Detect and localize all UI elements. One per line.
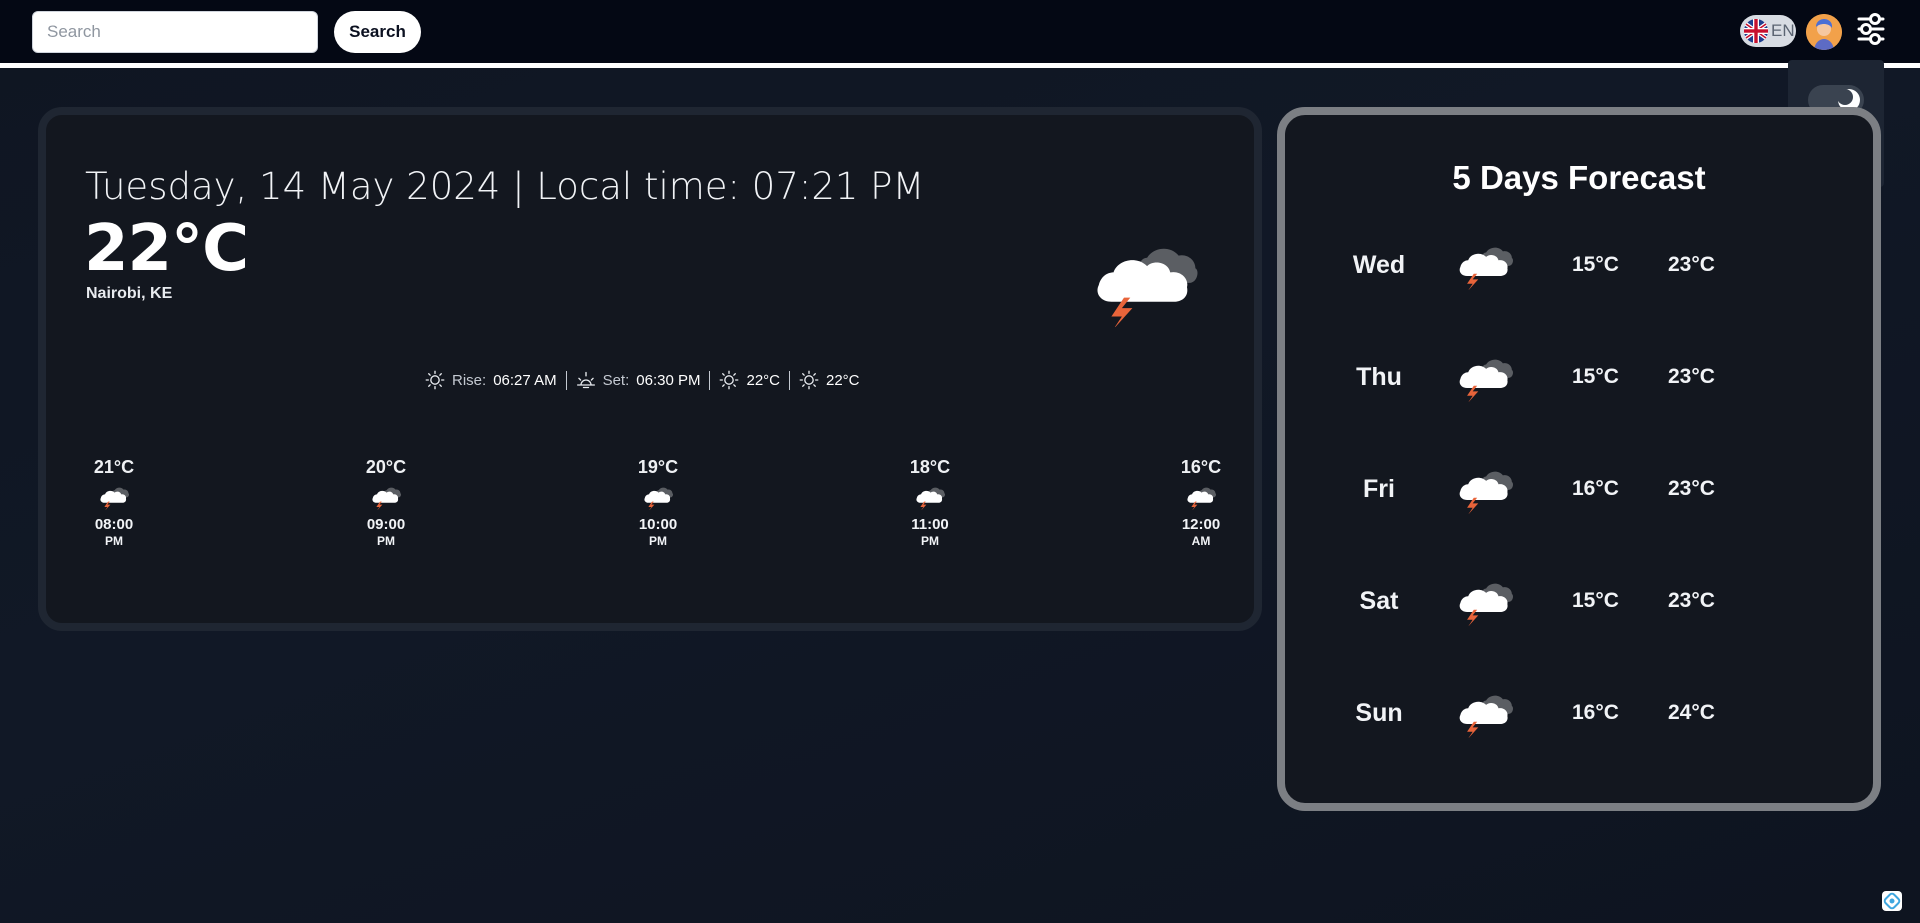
hourly-ampm: PM [649, 534, 667, 548]
sunset-label: Set: [602, 371, 630, 389]
forecast-row: Fri 16°C 23°C [1285, 462, 1873, 522]
chat-widget-icon [1883, 892, 1901, 910]
settings-sliders-icon[interactable] [1856, 13, 1886, 45]
hourly-item: 20°C 09:00 PM [341, 457, 431, 548]
thunderstorm-cloud-icon [371, 486, 401, 510]
forecast-day: Sun [1355, 699, 1403, 727]
hourly-item: 16°C 12:00 AM [1156, 457, 1246, 548]
forecast-row: Thu 15°C 23°C [1285, 350, 1873, 410]
forecast-day: Fri [1363, 475, 1395, 503]
five-day-forecast-card: 5 Days Forecast Wed 15°C 23°C Thu 15°C 2… [1277, 107, 1881, 811]
date-local-time: Tuesday, 14 May 2024 | Local time: 07:21… [85, 165, 925, 208]
hourly-temp: 18°C [909, 457, 951, 477]
hourly-item: 18°C 11:00 PM [885, 457, 975, 548]
forecast-high: 23°C [1668, 365, 1715, 388]
hourly-time: 10:00 [638, 516, 678, 533]
top-divider [0, 63, 1920, 68]
hourly-item: 21°C 08:00 PM [69, 457, 159, 548]
hourly-temp: 21°C [93, 457, 135, 477]
forecast-day: Thu [1356, 363, 1402, 391]
language-label: EN [1771, 21, 1795, 40]
sun-icon [799, 370, 819, 390]
sunrise-label: Rise: [452, 371, 487, 389]
forecast-row: Sun 16°C 24°C [1285, 686, 1873, 746]
thunderstorm-cloud-icon [1457, 692, 1513, 738]
forecast-low: 15°C [1572, 253, 1619, 276]
hourly-time: 11:00 [911, 516, 949, 533]
stat-value: 22°C [826, 371, 860, 389]
hourly-forecast: 21°C 08:00 PM 20°C 09:00 PM 19°C 10:00 P… [46, 457, 1254, 567]
sunrise-icon [425, 370, 445, 390]
forecast-high: 24°C [1668, 701, 1715, 724]
hourly-ampm: PM [377, 534, 395, 548]
search-button[interactable]: Search [334, 11, 421, 53]
thunderstorm-cloud-icon [1092, 243, 1198, 327]
thunderstorm-cloud-icon [643, 486, 673, 510]
forecast-day: Wed [1352, 251, 1406, 279]
hourly-time: 09:00 [366, 516, 406, 533]
sunset-icon [576, 370, 596, 390]
sunset-stat: Set: 06:30 PM [567, 370, 710, 390]
thunderstorm-cloud-icon [1457, 468, 1513, 514]
forecast-low: 16°C [1572, 477, 1619, 500]
stat-value: 22°C [746, 371, 780, 389]
search-input[interactable] [32, 11, 318, 53]
hourly-temp: 20°C [365, 457, 407, 477]
location-label: Nairobi, KE [86, 285, 173, 302]
sunrise-value: 06:27 AM [493, 371, 557, 389]
low-temp-stat: 22°C [790, 370, 869, 390]
sun-stats-row: Rise: 06:27 AM Set: 06:30 PM 22°C 22°C [416, 370, 869, 390]
thunderstorm-cloud-icon [1457, 244, 1513, 290]
hourly-temp: 16°C [1180, 457, 1222, 477]
language-selector[interactable]: EN [1740, 15, 1796, 47]
high-temp-stat: 22°C [710, 370, 789, 390]
sun-icon [719, 370, 739, 390]
forecast-row: Wed 15°C 23°C [1285, 238, 1873, 298]
forecast-low: 15°C [1572, 365, 1619, 388]
forecast-title: 5 Days Forecast [1452, 159, 1706, 196]
forecast-low: 15°C [1572, 589, 1619, 612]
forecast-day: Sat [1359, 587, 1399, 615]
chat-widget-button[interactable] [1882, 891, 1902, 911]
hourly-time: 12:00 [1181, 516, 1221, 533]
hourly-ampm: AM [1191, 534, 1211, 548]
forecast-low: 16°C [1572, 701, 1619, 724]
current-weather-card: Tuesday, 14 May 2024 | Local time: 07:21… [38, 107, 1262, 631]
hourly-time: 08:00 [94, 516, 134, 533]
thunderstorm-cloud-icon [1186, 486, 1216, 510]
hourly-item: 19°C 10:00 PM [613, 457, 703, 548]
thunderstorm-cloud-icon [915, 486, 945, 510]
sunset-value: 06:30 PM [636, 371, 701, 389]
avatar-icon [1806, 14, 1842, 50]
user-avatar[interactable] [1806, 14, 1842, 50]
thunderstorm-cloud-icon [1457, 580, 1513, 626]
uk-flag-icon [1744, 19, 1768, 43]
hourly-temp: 19°C [637, 457, 679, 477]
thunderstorm-cloud-icon [99, 486, 129, 510]
forecast-row: Sat 15°C 23°C [1285, 574, 1873, 634]
thunderstorm-cloud-icon [1457, 356, 1513, 402]
sunrise-stat: Rise: 06:27 AM [416, 370, 566, 390]
hourly-ampm: PM [921, 534, 939, 548]
current-temperature: 22°C [84, 212, 249, 286]
forecast-high: 23°C [1668, 589, 1715, 612]
forecast-high: 23°C [1668, 477, 1715, 500]
hourly-ampm: PM [105, 534, 123, 548]
forecast-high: 23°C [1668, 253, 1715, 276]
